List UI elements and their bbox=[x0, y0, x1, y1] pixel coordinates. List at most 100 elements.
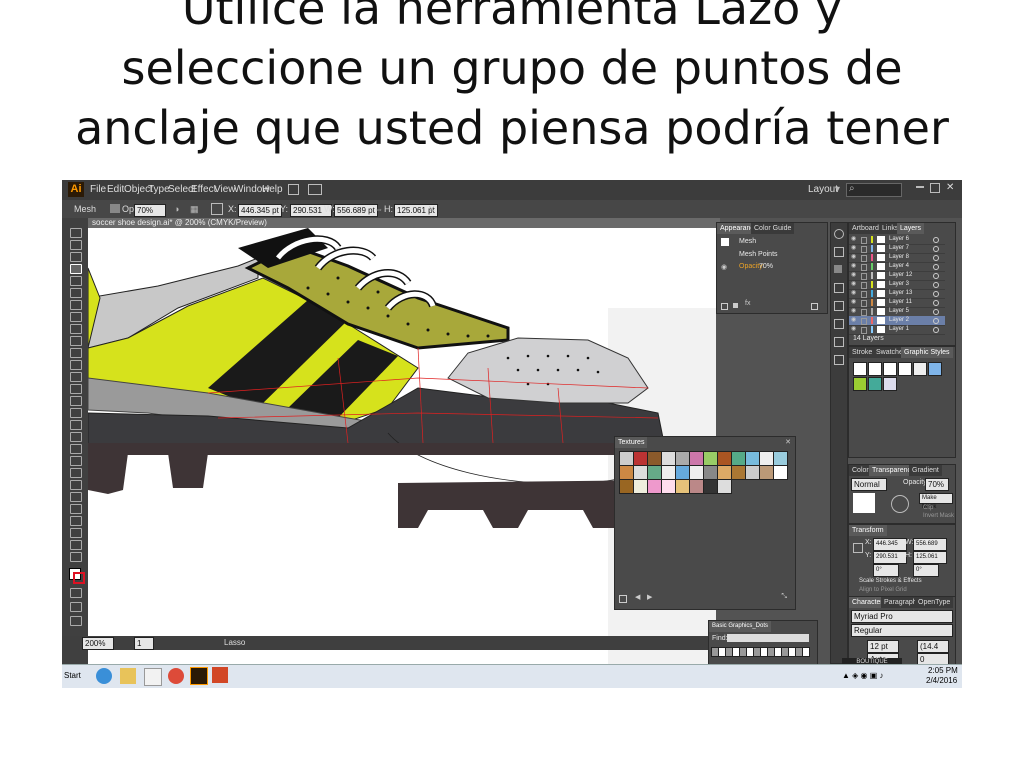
visibility-eye-icon[interactable]: ◉ bbox=[851, 325, 856, 334]
dot-pattern-swatch[interactable] bbox=[802, 647, 810, 657]
texture-swatch[interactable] bbox=[703, 451, 718, 466]
zoom-field[interactable]: 200% bbox=[82, 637, 114, 650]
clip-checkbox[interactable]: Clip bbox=[923, 505, 933, 511]
texture-swatch[interactable] bbox=[703, 479, 718, 494]
layer-target-icon[interactable] bbox=[933, 255, 939, 261]
texture-swatch[interactable] bbox=[633, 479, 648, 494]
texture-swatch[interactable] bbox=[647, 479, 662, 494]
workspace-switcher[interactable]: Layout bbox=[808, 184, 838, 195]
texture-swatch[interactable] bbox=[717, 465, 732, 480]
texture-swatch[interactable] bbox=[661, 479, 676, 494]
texture-swatch[interactable] bbox=[717, 479, 732, 494]
graphic-style-swatch[interactable] bbox=[913, 362, 927, 376]
texture-swatch[interactable] bbox=[689, 479, 704, 494]
texture-swatch[interactable] bbox=[675, 465, 690, 480]
texture-swatch[interactable] bbox=[745, 465, 760, 480]
texture-swatch[interactable] bbox=[619, 451, 634, 466]
visibility-eye-icon[interactable]: ◉ bbox=[851, 262, 856, 271]
lock-icon[interactable] bbox=[861, 237, 867, 244]
layer-target-icon[interactable] bbox=[933, 237, 939, 243]
texture-swatch[interactable] bbox=[689, 465, 704, 480]
gradient-icon[interactable] bbox=[834, 337, 844, 347]
reference-point-icon[interactable] bbox=[211, 203, 223, 215]
graphic-style-swatch[interactable] bbox=[868, 362, 882, 376]
visibility-eye-icon[interactable]: ◉ bbox=[721, 263, 727, 271]
visibility-eye-icon[interactable]: ◉ bbox=[851, 235, 856, 244]
artboard-tool-icon[interactable] bbox=[70, 516, 82, 526]
texture-swatch[interactable] bbox=[633, 465, 648, 480]
texture-swatch[interactable] bbox=[619, 479, 634, 494]
texture-swatch[interactable] bbox=[675, 479, 690, 494]
layer-target-icon[interactable] bbox=[933, 246, 939, 252]
texture-swatch[interactable] bbox=[619, 465, 634, 480]
menu-edit[interactable]: Edit bbox=[107, 184, 124, 195]
library-menu-icon[interactable] bbox=[619, 595, 627, 603]
shear-field[interactable]: 0° bbox=[913, 564, 939, 577]
pencil-tool-icon[interactable] bbox=[70, 336, 82, 346]
lock-icon[interactable] bbox=[861, 255, 867, 262]
internet-explorer-icon[interactable] bbox=[96, 668, 112, 684]
media-player-icon[interactable] bbox=[144, 668, 162, 686]
free-transform-tool-icon[interactable] bbox=[70, 408, 82, 418]
stroke-icon[interactable] bbox=[834, 319, 844, 329]
eyedropper-tool-icon[interactable] bbox=[70, 468, 82, 478]
color-guide-icon[interactable] bbox=[834, 247, 844, 257]
menu-file[interactable]: File bbox=[90, 184, 106, 195]
width-tool-icon[interactable] bbox=[70, 396, 82, 406]
leading-field[interactable]: (14.4 pt) bbox=[917, 640, 949, 662]
visibility-eye-icon[interactable]: ◉ bbox=[851, 316, 856, 325]
illustrator-taskbar-icon[interactable] bbox=[190, 667, 208, 685]
texture-swatch[interactable] bbox=[731, 465, 746, 480]
lock-icon[interactable] bbox=[861, 273, 867, 280]
graphic-style-swatch[interactable] bbox=[853, 362, 867, 376]
add-fill-icon[interactable] bbox=[733, 303, 738, 308]
layer-target-icon[interactable] bbox=[933, 318, 939, 324]
style-icon[interactable]: ▦ bbox=[190, 204, 199, 215]
menu-type[interactable]: Type bbox=[148, 184, 170, 195]
layer-row[interactable]: ◉ Layer 1 bbox=[849, 325, 945, 335]
line-tool-icon[interactable] bbox=[70, 300, 82, 310]
control-w-field[interactable]: 556.689 pt bbox=[334, 204, 378, 217]
texture-swatch[interactable] bbox=[773, 451, 788, 466]
document-tab[interactable]: soccer shoe design.ai* @ 200% (CMYK/Prev… bbox=[88, 218, 720, 228]
font-style-field[interactable]: Regular bbox=[851, 624, 953, 637]
invert-mask-checkbox[interactable]: Invert Mask bbox=[923, 513, 954, 519]
slice-tool-icon[interactable] bbox=[70, 528, 82, 538]
previous-library-icon[interactable]: ◀ bbox=[635, 593, 640, 601]
hand-tool-icon[interactable] bbox=[70, 540, 82, 550]
layer-target-icon[interactable] bbox=[933, 309, 939, 315]
tab-stroke[interactable]: Stroke bbox=[849, 347, 876, 358]
transform-h-field[interactable]: 125.061 pt bbox=[913, 551, 947, 571]
stroke-swatch-icon[interactable] bbox=[73, 572, 85, 584]
zoom-tool-icon[interactable] bbox=[70, 552, 82, 562]
constrain-link-icon[interactable]: ⇔ bbox=[374, 204, 383, 214]
appearance-row[interactable]: Mesh Points bbox=[739, 251, 778, 258]
texture-swatch[interactable] bbox=[745, 451, 760, 466]
transform-y-field[interactable]: 290.531 pt bbox=[873, 551, 907, 571]
shape-builder-tool-icon[interactable] bbox=[70, 420, 82, 430]
texture-swatch[interactable] bbox=[731, 451, 746, 466]
graphic-style-swatch[interactable] bbox=[853, 377, 867, 391]
magic-wand-tool-icon[interactable] bbox=[70, 252, 82, 262]
layer-target-icon[interactable] bbox=[933, 300, 939, 306]
gradient-tool-icon[interactable] bbox=[70, 456, 82, 466]
graphic-style-swatch[interactable] bbox=[898, 362, 912, 376]
layer-target-icon[interactable] bbox=[933, 327, 939, 333]
layer-target-icon[interactable] bbox=[933, 291, 939, 297]
visibility-eye-icon[interactable]: ◉ bbox=[851, 253, 856, 262]
selection-tool-icon[interactable] bbox=[70, 228, 82, 238]
drawing-mode-icon[interactable] bbox=[70, 602, 82, 612]
minimize-icon[interactable] bbox=[916, 186, 924, 188]
next-library-icon[interactable]: ▶ bbox=[647, 593, 652, 601]
lock-icon[interactable] bbox=[861, 291, 867, 298]
rotate-tool-icon[interactable] bbox=[70, 372, 82, 382]
tab-opentype[interactable]: OpenType bbox=[915, 597, 954, 608]
visibility-eye-icon[interactable]: ◉ bbox=[851, 298, 856, 307]
menu-help[interactable]: Help bbox=[262, 184, 283, 195]
texture-swatch[interactable] bbox=[661, 465, 676, 480]
transform-w-field[interactable]: 556.689 pt bbox=[913, 538, 947, 558]
chrome-icon[interactable] bbox=[168, 668, 184, 684]
lock-icon[interactable] bbox=[861, 318, 867, 325]
lock-icon[interactable] bbox=[861, 264, 867, 271]
rectangle-tool-icon[interactable] bbox=[70, 312, 82, 322]
